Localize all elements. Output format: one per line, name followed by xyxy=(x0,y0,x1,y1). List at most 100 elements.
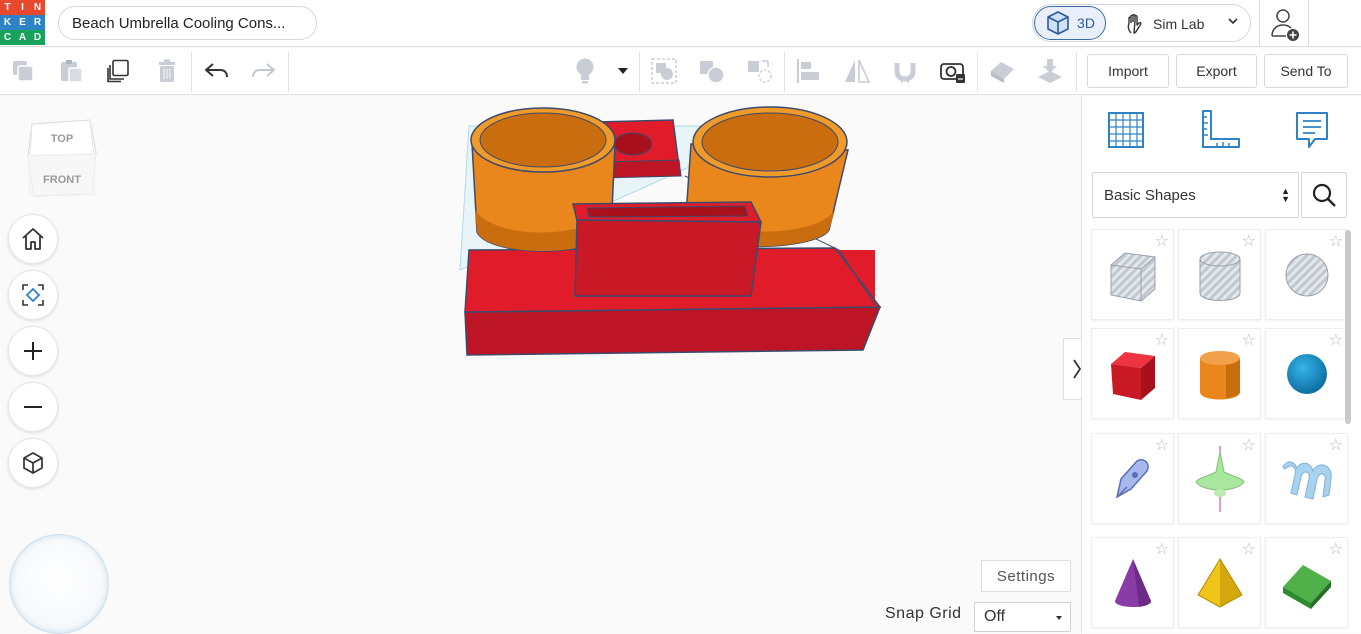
sim-lab-label: Sim Lab xyxy=(1153,16,1205,32)
ruler-button[interactable] xyxy=(939,57,967,85)
favorite-star-icon[interactable]: ☆ xyxy=(1242,333,1256,349)
shape-library-select[interactable]: Basic Shapes ▲ ▼ xyxy=(1092,172,1299,218)
copy-button[interactable] xyxy=(9,57,37,85)
zoom-out-button[interactable] xyxy=(8,382,58,432)
edit-toolbar: Import Export Send To xyxy=(0,48,1361,95)
duplicate-icon xyxy=(107,59,129,83)
box-icon xyxy=(1110,351,1155,400)
shape-tile-cone[interactable]: ☆ xyxy=(1091,537,1174,628)
design-title-field[interactable]: Beach Umbrella Cooling Cons... xyxy=(58,6,317,40)
import-button[interactable]: Import xyxy=(1087,54,1169,88)
favorite-star-icon[interactable]: ☆ xyxy=(1329,542,1343,558)
tab-ruler[interactable] xyxy=(1198,108,1242,152)
drop-button[interactable] xyxy=(1036,57,1064,85)
chevron-right-icon xyxy=(1072,359,1081,379)
plus-icon xyxy=(24,342,42,360)
light-button[interactable] xyxy=(571,57,599,85)
text-3d-icon xyxy=(1281,461,1332,500)
home-icon xyxy=(22,228,44,250)
magnet-icon xyxy=(894,63,916,84)
fit-view-button[interactable] xyxy=(8,270,58,320)
favorite-star-icon[interactable]: ☆ xyxy=(1329,234,1343,250)
mode-switch: 3D Sim Lab xyxy=(1032,4,1251,42)
shape-tile-text[interactable]: ☆ xyxy=(1265,433,1348,524)
tab-notes[interactable] xyxy=(1290,108,1334,152)
snap-grid-value: Off xyxy=(984,608,1006,625)
view-cube[interactable]: TOP FRONT xyxy=(26,118,98,205)
logo-letter: E xyxy=(15,15,30,30)
shape-tile-roof[interactable]: ☆ xyxy=(1265,537,1348,628)
ungroup-button[interactable] xyxy=(698,57,726,85)
shape-tile-sphere[interactable]: ☆ xyxy=(1265,328,1348,419)
zoom-in-button[interactable] xyxy=(8,326,58,376)
undo-button[interactable] xyxy=(202,57,230,85)
shape-tile-box[interactable]: ☆ xyxy=(1091,328,1174,419)
mini-map[interactable] xyxy=(9,534,109,634)
shape-tile-scribble[interactable]: ☆ xyxy=(1091,433,1174,524)
perspective-cube-icon xyxy=(23,452,43,474)
viewcube-front-label[interactable]: FRONT xyxy=(43,174,81,186)
favorite-star-icon[interactable]: ☆ xyxy=(1155,542,1169,558)
ruler-camera-icon xyxy=(940,63,965,83)
favorite-star-icon[interactable]: ☆ xyxy=(1155,438,1169,454)
paste-button[interactable] xyxy=(57,57,85,85)
send-to-label: Send To xyxy=(1280,63,1332,79)
workplane-shape-button[interactable] xyxy=(746,57,774,85)
shape-tile-cylinder-hole[interactable]: ☆ xyxy=(1178,229,1261,320)
favorite-star-icon[interactable]: ☆ xyxy=(1155,333,1169,349)
top-bar: T I N K E R C A D Beach Umbrella Cooling… xyxy=(0,0,1361,47)
group-button[interactable] xyxy=(650,57,678,85)
favorite-star-icon[interactable]: ☆ xyxy=(1242,234,1256,250)
sim-lab-button[interactable]: Sim Lab xyxy=(1125,7,1204,41)
logo-letter: K xyxy=(0,15,15,30)
duplicate-button[interactable] xyxy=(104,57,132,85)
shape-tile-pyramid[interactable]: ☆ xyxy=(1178,537,1261,628)
mode-3d-button[interactable]: 3D xyxy=(1034,6,1106,40)
box-hole-icon xyxy=(1110,251,1155,302)
export-button[interactable]: Export xyxy=(1176,54,1257,88)
caret-down-icon xyxy=(618,68,628,74)
shape-tile-cylinder[interactable]: ☆ xyxy=(1178,328,1261,419)
magnet-button[interactable] xyxy=(891,57,919,85)
projection-button[interactable] xyxy=(8,438,58,488)
favorite-star-icon[interactable]: ☆ xyxy=(1242,438,1256,454)
home-view-button[interactable] xyxy=(8,214,58,264)
front-box[interactable] xyxy=(572,201,763,297)
design-title: Beach Umbrella Cooling Cons... xyxy=(72,14,286,32)
toolbar-separator xyxy=(784,52,785,92)
tab-workplane[interactable] xyxy=(1104,108,1148,152)
tinkercad-logo[interactable]: T I N K E R C A D xyxy=(0,0,45,45)
toolbar-separator xyxy=(1076,52,1077,92)
shapes-panel: Basic Shapes ▲ ▼ ☆ ☆ ☆ ☆ ☆ ☆ ☆ ☆ ☆ ☆ ☆ ☆ xyxy=(1081,96,1361,633)
roof-icon xyxy=(1282,564,1331,609)
sphere-hole-icon xyxy=(1285,253,1328,296)
hand-lab-icon xyxy=(1127,14,1142,34)
light-dropdown[interactable] xyxy=(610,57,636,85)
redo-button[interactable] xyxy=(250,57,278,85)
favorite-star-icon[interactable]: ☆ xyxy=(1155,234,1169,250)
chevron-down-icon[interactable] xyxy=(1227,15,1239,27)
redo-icon xyxy=(252,63,275,78)
toolbar-separator xyxy=(639,52,640,92)
align-button[interactable] xyxy=(795,57,823,85)
favorite-star-icon[interactable]: ☆ xyxy=(1329,438,1343,454)
ungroup-icon xyxy=(700,61,725,84)
snap-grid-label: Snap Grid xyxy=(885,605,962,622)
shape-tile-shape-generator[interactable]: ☆ xyxy=(1178,433,1261,524)
panel-scrollbar[interactable] xyxy=(1345,230,1351,424)
favorite-star-icon[interactable]: ☆ xyxy=(1329,333,1343,349)
3d-scene[interactable] xyxy=(455,100,895,365)
shape-search-button[interactable] xyxy=(1301,172,1347,218)
send-to-button[interactable]: Send To xyxy=(1264,54,1348,88)
settings-button[interactable]: Settings xyxy=(981,560,1071,592)
viewcube-top-label[interactable]: TOP xyxy=(51,133,73,145)
hide-button[interactable] xyxy=(988,57,1016,85)
search-icon xyxy=(1312,183,1336,207)
mirror-button[interactable] xyxy=(843,57,871,85)
delete-button[interactable] xyxy=(153,57,181,85)
account-button[interactable] xyxy=(1270,6,1302,47)
shape-tile-sphere-hole[interactable]: ☆ xyxy=(1265,229,1348,320)
shape-tile-box-hole[interactable]: ☆ xyxy=(1091,229,1174,320)
snap-grid-select[interactable]: Off xyxy=(974,602,1071,632)
favorite-star-icon[interactable]: ☆ xyxy=(1242,542,1256,558)
